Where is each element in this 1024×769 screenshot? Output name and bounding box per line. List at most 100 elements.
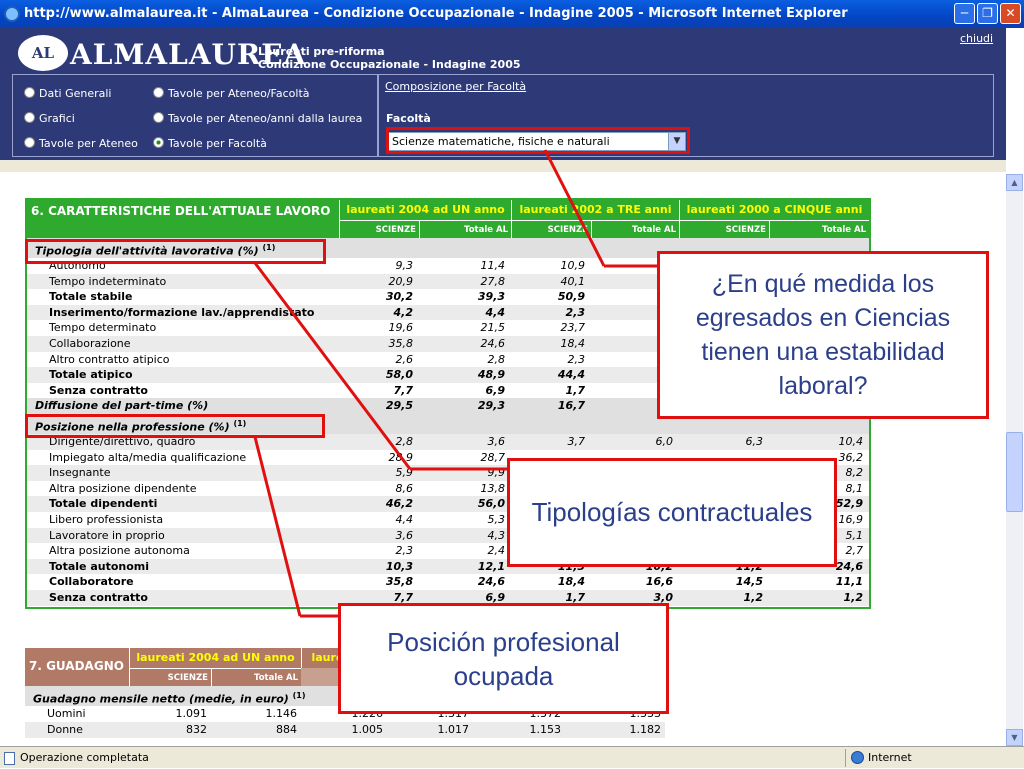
column-header: SCIENZE (129, 668, 211, 686)
row-value: 4,3 (487, 528, 506, 542)
window-title: http://www.almalaurea.it - AlmaLaurea - … (24, 6, 848, 21)
maximize-button[interactable]: ❐ (977, 3, 998, 24)
row-value: 1,7 (565, 383, 586, 397)
highlight-faculty (386, 127, 690, 154)
row-value: 6,9 (485, 383, 506, 397)
row-value: 7,7 (393, 383, 414, 397)
column-header: Totale AL (211, 668, 301, 686)
radio-grafici[interactable]: Grafici (24, 112, 75, 125)
row-value: 27,8 (480, 274, 506, 288)
radio-tavole-ateneo-facolta[interactable]: Tavole per Ateneo/Facoltà (153, 87, 310, 100)
row-value: 28,9 (388, 450, 414, 464)
column-header: SCIENZE (679, 220, 769, 238)
row-value: 1,2 (843, 591, 864, 604)
row-value: 19,6 (388, 321, 414, 335)
highlight-posizione (25, 414, 325, 438)
radio-label: Tavole per Ateneo/Facoltà (168, 87, 310, 100)
row-value: 1.017 (437, 723, 470, 736)
row-value: 8,1 (845, 481, 864, 495)
row-label: Tempo determinato (49, 321, 157, 335)
composition-link[interactable]: Composizione per Facoltà (385, 80, 526, 93)
row-value: 50,9 (557, 290, 585, 304)
row-value: 1.146 (265, 707, 298, 720)
row-label: Uomini (47, 707, 86, 720)
row-value: 36,2 (838, 450, 864, 464)
close-link[interactable]: chiudi (960, 32, 993, 45)
row-value: 2,7 (845, 544, 864, 558)
row-value: 44,4 (557, 368, 585, 382)
row-value: 3,6 (487, 435, 506, 448)
radio-icon (24, 112, 35, 123)
vertical-scrollbar[interactable]: ▲ ▼ (1006, 174, 1023, 746)
scroll-down-icon[interactable]: ▼ (1006, 729, 1023, 746)
row-value: 4,4 (485, 305, 506, 319)
row-value: 884 (276, 723, 297, 736)
row-value: 1.182 (629, 723, 662, 736)
scroll-up-icon[interactable]: ▲ (1006, 174, 1023, 191)
row-value: 9,3 (395, 259, 414, 272)
security-zone: Internet (845, 749, 1022, 767)
row-value: 5,3 (487, 513, 506, 526)
row-value: 1.153 (529, 723, 562, 736)
row-value: 35,8 (388, 337, 414, 350)
row-value: 28,7 (480, 450, 506, 464)
row-value: 11,4 (480, 259, 506, 272)
row-value: 4,2 (393, 305, 414, 319)
row-label: Totale atipico (49, 368, 133, 382)
row-label: Insegnante (49, 466, 111, 480)
page-viewport: AL ALMALAUREA Laureati pre-riforma Condi… (0, 28, 1024, 746)
subtitle-line-2: Condizione Occupazionale - Indagine 2005 (258, 58, 521, 71)
row-value: 6,0 (655, 435, 674, 448)
row-value: 9,9 (487, 466, 506, 480)
status-bar: Operazione completata Internet (0, 746, 1024, 768)
radio-dati-generali[interactable]: Dati Generali (24, 87, 111, 100)
row-label: Collaborazione (49, 337, 131, 350)
row-value: 35,8 (385, 575, 413, 589)
row-value: 48,9 (477, 368, 505, 382)
radio-label: Grafici (39, 112, 75, 125)
row-label: Senza contratto (49, 591, 148, 604)
radio-tavole-ateneo[interactable]: Tavole per Ateneo (24, 137, 138, 150)
column-header: Totale AL (419, 220, 511, 238)
radio-label: Tavole per Ateneo/anni dalla laurea (168, 112, 363, 125)
row-value: 1,2 (743, 591, 764, 604)
scroll-thumb[interactable] (1006, 432, 1023, 512)
row-value: 11,1 (835, 575, 863, 589)
radio-tavole-ateneo-anni[interactable]: Tavole per Ateneo/anni dalla laurea (153, 112, 362, 125)
row-value: 21,5 (480, 321, 506, 335)
row-label: Totale autonomi (49, 559, 150, 573)
minimize-button[interactable]: ─ (954, 3, 975, 24)
highlight-tipologia (25, 239, 326, 264)
row-value: 1.005 (351, 723, 384, 736)
column-header: SCIENZE (511, 220, 591, 238)
row-value: 1.091 (175, 707, 208, 720)
row-value: 10,9 (560, 259, 586, 272)
radio-tavole-facolta[interactable]: Tavole per Facoltà (153, 137, 267, 150)
table-row: Collaboratore 35,8 24,6 18,4 16,6 14,5 11,1 (27, 574, 869, 590)
row-value: 8,6 (395, 481, 414, 495)
row-value: 56,0 (477, 497, 505, 511)
row-value: 24,6 (480, 337, 506, 350)
row-value: 16,7 (557, 399, 585, 413)
radio-label: Tavole per Facoltà (168, 137, 267, 150)
radio-label: Dati Generali (39, 87, 112, 100)
row-label: Altra posizione autonoma (49, 544, 190, 558)
row-value: 18,4 (560, 337, 586, 350)
callout-professional-position: Posición profesional ocupada (338, 603, 669, 714)
row-value: 29,5 (385, 399, 413, 413)
callout-contract-types: Tipologías contractuales (507, 458, 837, 567)
close-window-button[interactable]: ✕ (1000, 3, 1021, 24)
row-value: 46,2 (385, 497, 413, 511)
title-bar: http://www.almalaurea.it - AlmaLaurea - … (0, 0, 1024, 28)
row-value: 20,9 (388, 274, 414, 288)
group-header: laureati 2004 ad UN anno (129, 648, 301, 668)
row-value: 40,1 (560, 274, 586, 288)
group-header: laureati 2002 a TRE anni (511, 200, 679, 220)
zone-label: Internet (868, 751, 912, 764)
row-value: 5,1 (845, 528, 864, 542)
facolta-label: Facoltà (386, 112, 431, 125)
browser-window: http://www.almalaurea.it - AlmaLaurea - … (0, 0, 1024, 768)
group-header: laureati 2000 a CINQUE anni (679, 200, 869, 220)
radio-icon (153, 112, 164, 123)
row-value: 2,3 (567, 352, 586, 366)
